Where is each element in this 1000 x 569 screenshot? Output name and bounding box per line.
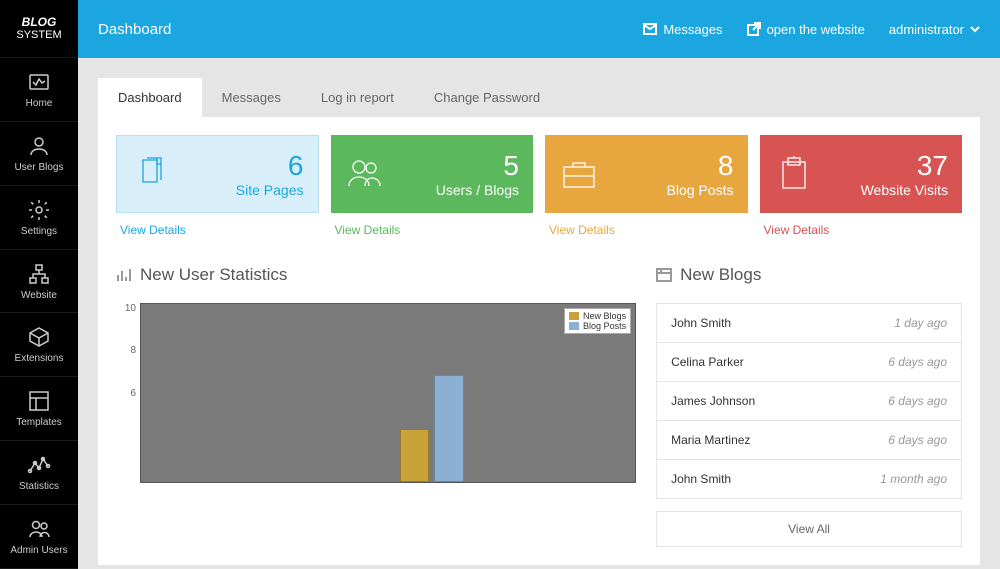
view-details-visits[interactable]: View Details [760, 213, 963, 237]
list-item[interactable]: John Smith1 day ago [657, 304, 961, 343]
card-users-blogs[interactable]: 5Users / Blogs [331, 135, 534, 213]
stats-heading: New User Statistics [116, 265, 636, 285]
message-icon [643, 22, 657, 36]
layout-icon [27, 389, 51, 413]
bar-chart-icon [116, 267, 132, 283]
home-icon [27, 70, 51, 94]
sidebar-item-statistics[interactable]: Statistics [0, 441, 78, 505]
list-item[interactable]: Celina Parker6 days ago [657, 343, 961, 382]
box-icon [27, 325, 51, 349]
sitemap-icon [27, 262, 51, 286]
topbar: Dashboard Messages open the website admi… [78, 0, 1000, 58]
view-details-users[interactable]: View Details [331, 213, 534, 237]
sidebar-item-extensions[interactable]: Extensions [0, 313, 78, 377]
list-item[interactable]: James Johnson6 days ago [657, 382, 961, 421]
clipboard-icon [774, 154, 814, 194]
view-details-pages[interactable]: View Details [116, 213, 319, 237]
tab-change-password[interactable]: Change Password [414, 78, 560, 117]
page-title: Dashboard [98, 21, 643, 38]
sidebar-item-settings[interactable]: Settings [0, 186, 78, 250]
app-logo: BLOG SYSTEM [0, 0, 78, 58]
view-all-button[interactable]: View All [656, 511, 962, 547]
sidebar-item-website[interactable]: Website [0, 250, 78, 314]
sidebar-item-user-blogs[interactable]: User Blogs [0, 122, 78, 186]
sidebar-item-admin-users[interactable]: Admin Users [0, 505, 78, 569]
tab-login-report[interactable]: Log in report [301, 78, 414, 117]
stats-chart: 10 8 6 New Blogs Blog Posts [116, 303, 636, 503]
card-blog-posts[interactable]: 8Blog Posts [545, 135, 748, 213]
users-icon [27, 134, 51, 158]
bar [434, 375, 464, 482]
new-blogs-section: New Blogs John Smith1 day ago Celina Par… [656, 265, 962, 547]
new-blogs-heading: New Blogs [656, 265, 962, 285]
pages-icon [131, 154, 171, 194]
blog-list: John Smith1 day ago Celina Parker6 days … [656, 303, 962, 499]
sidebar-item-templates[interactable]: Templates [0, 377, 78, 441]
main: Dashboard Messages Log in report Change … [78, 58, 1000, 569]
topbar-open-website[interactable]: open the website [747, 22, 865, 37]
topbar-user-menu[interactable]: administrator [889, 22, 980, 37]
sidebar-item-home[interactable]: Home [0, 58, 78, 122]
chevron-down-icon [970, 24, 980, 34]
list-item[interactable]: Maria Martinez6 days ago [657, 421, 961, 460]
external-link-icon [747, 22, 761, 36]
tab-dashboard[interactable]: Dashboard [98, 78, 202, 117]
sidebar: BLOG SYSTEM Home User Blogs Settings Web… [0, 0, 78, 569]
stats-section: New User Statistics 10 8 6 New Blogs Blo… [116, 265, 636, 547]
card-website-visits[interactable]: 37Website Visits [760, 135, 963, 213]
briefcase-icon [559, 154, 599, 194]
stats-icon [27, 453, 51, 477]
blog-icon [656, 267, 672, 283]
gear-icon [27, 198, 51, 222]
tabs: Dashboard Messages Log in report Change … [98, 78, 980, 117]
tab-messages[interactable]: Messages [202, 78, 301, 117]
bar [400, 429, 430, 482]
users-blogs-icon [345, 154, 385, 194]
view-details-posts[interactable]: View Details [545, 213, 748, 237]
y-axis: 10 8 6 [116, 303, 136, 483]
card-site-pages[interactable]: 6Site Pages [116, 135, 319, 213]
list-item[interactable]: John Smith1 month ago [657, 460, 961, 498]
admin-users-icon [27, 517, 51, 541]
topbar-messages[interactable]: Messages [643, 22, 722, 37]
stat-cards: 6Site Pages View Details 5Users / Blogs … [116, 135, 962, 237]
